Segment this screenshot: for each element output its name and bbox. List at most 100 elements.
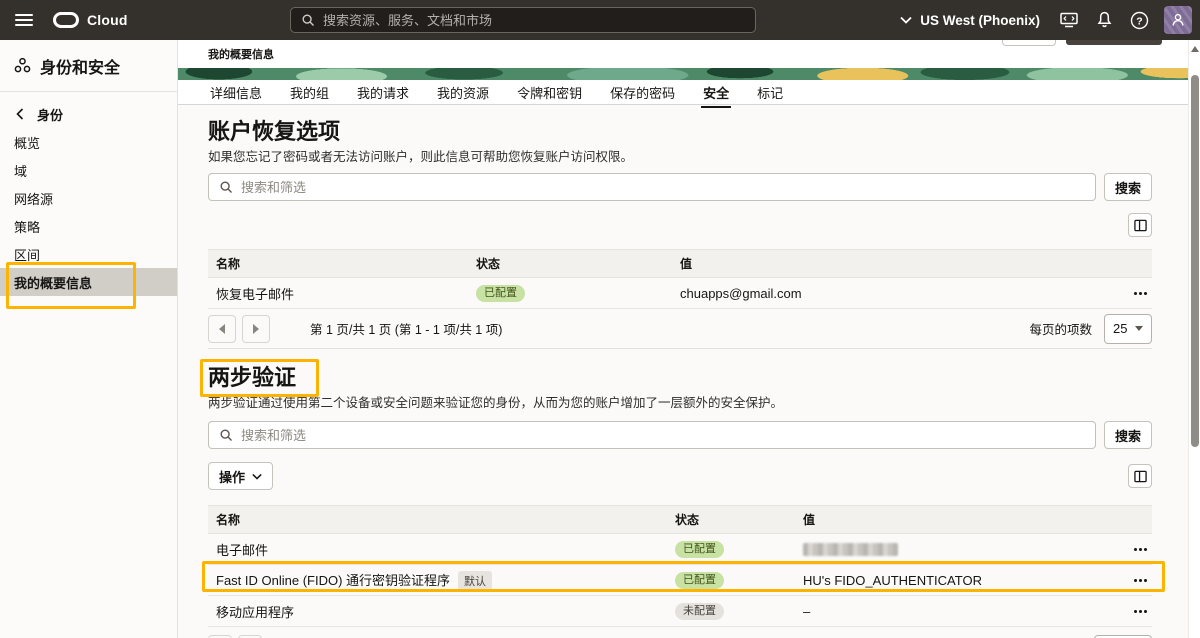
row-actions-icon[interactable] (1134, 579, 1137, 582)
row-name: 恢复电子邮件 (208, 278, 468, 309)
sidebar-title: 身份和安全 (40, 54, 120, 78)
table-row-recovery-email: 恢复电子邮件 已配置 chuapps@gmail.com (208, 278, 1152, 309)
status-badge: 已配置 (476, 285, 525, 302)
column-settings-icon[interactable] (1128, 464, 1152, 488)
recovery-search-button[interactable]: 搜索 (1104, 173, 1152, 201)
pagination-text: 第 1 页/共 1 页 (第 1 - 1 项/共 1 项) (310, 319, 502, 338)
status-badge: 已配置 (675, 572, 724, 589)
cloud-shell-icon[interactable] (1059, 10, 1079, 30)
account-recovery-description: 如果您忘记了密码或者无法访问账户，则此信息可帮助您恢复账户访问权限。 (208, 149, 1152, 165)
row-value: HU's FIDO_AUTHENTICATOR (795, 565, 1112, 596)
sidebar-item-label: 域 (14, 161, 27, 180)
row-actions-icon[interactable] (1134, 610, 1137, 613)
tab-my-groups[interactable]: 我的组 (288, 80, 331, 106)
tab-my-requests[interactable]: 我的请求 (355, 80, 411, 106)
next-page-button[interactable] (242, 315, 270, 343)
search-icon (219, 428, 233, 442)
tab-details[interactable]: 详细信息 (208, 80, 264, 106)
tab-tags[interactable]: 标记 (755, 80, 785, 106)
tab-tokens-keys[interactable]: 令牌和密钥 (515, 80, 584, 106)
sidebar-item-domains[interactable]: 域 (0, 156, 177, 184)
column-header-name: 名称 (208, 250, 468, 278)
actions-dropdown-button[interactable]: 操作 (208, 462, 273, 490)
recovery-table-tools (208, 213, 1152, 237)
identity-security-icon (14, 57, 31, 74)
status-badge: 已配置 (675, 541, 724, 558)
partially-hidden-button-light[interactable] (1002, 40, 1056, 46)
tab-security[interactable]: 安全 (701, 80, 731, 108)
recovery-table: 名称 状态 值 恢复电子邮件 已配置 chuapps@gmail.com (208, 249, 1152, 309)
sidebar-item-policies[interactable]: 策略 (0, 212, 177, 240)
table-row-email-factor: 电子邮件 已配置 (208, 534, 1152, 565)
top-navigation-bar: Cloud US West (Phoenix) ? (0, 0, 1200, 40)
sidebar-navigation: 身份和安全 身份 概览 域 网络源 策略 区间 我的概要信息 (0, 40, 178, 638)
tab-saved-passwords[interactable]: 保存的密码 (608, 80, 677, 106)
topbar-actions: US West (Phoenix) ? (900, 0, 1192, 40)
partially-hidden-button-dark[interactable] (1066, 40, 1162, 45)
sidebar-back-label: 身份 (37, 105, 63, 124)
hamburger-menu-icon[interactable] (15, 14, 33, 26)
two-step-table: 名称 状态 值 电子邮件 已配置 Fast ID Online (FIDO) (208, 505, 1152, 627)
person-icon (1170, 12, 1186, 28)
region-label: US West (Phoenix) (920, 13, 1040, 28)
region-selector[interactable]: US West (Phoenix) (900, 13, 1040, 28)
notifications-bell-icon[interactable] (1094, 10, 1114, 30)
sidebar-item-label: 网络源 (14, 189, 53, 208)
column-header-value: 值 (795, 506, 1112, 534)
recovery-filter-field[interactable] (208, 173, 1096, 201)
per-page-select[interactable]: 25 (1104, 314, 1152, 344)
oracle-logo-icon (53, 12, 79, 28)
breadcrumb[interactable]: 我的概要信息 (208, 46, 274, 62)
brand-logo[interactable]: Cloud (53, 12, 128, 28)
arrow-left-icon (219, 324, 225, 334)
two-step-filter-field[interactable] (208, 421, 1096, 449)
row-actions-icon[interactable] (1134, 292, 1137, 295)
sidebar-item-network-sources[interactable]: 网络源 (0, 184, 177, 212)
main-content: 我的概要信息 详细信息 我的组 我的请求 我的资源 令牌和密钥 保存的密码 安全… (178, 40, 1200, 638)
recovery-filter-input[interactable] (241, 180, 1085, 195)
column-settings-icon[interactable] (1128, 213, 1152, 237)
column-header-status: 状态 (468, 250, 672, 278)
redacted-value (803, 543, 898, 556)
row-name: Fast ID Online (FIDO) 通行密钥验证程序默认 (208, 565, 667, 596)
two-step-filter-input[interactable] (241, 428, 1085, 443)
sidebar-item-label: 概览 (14, 133, 40, 152)
sidebar-item-my-profile[interactable]: 我的概要信息 (0, 268, 177, 296)
scroll-up-arrow[interactable] (1191, 46, 1199, 52)
user-avatar[interactable] (1164, 6, 1192, 34)
scrollbar-thumb[interactable] (1191, 75, 1199, 447)
two-step-toolbar: 操作 (208, 462, 1152, 490)
table-row-mobile-app-factor: 移动应用程序 未配置 – (208, 596, 1152, 627)
row-name: 移动应用程序 (208, 596, 667, 627)
two-step-table-header: 名称 状态 值 (208, 506, 1152, 534)
profile-banner-image (178, 68, 1200, 80)
column-header-status: 状态 (667, 506, 795, 534)
per-page-control: 每页的项数 25 (1029, 314, 1152, 344)
vertical-scrollbar[interactable] (1188, 40, 1200, 638)
sidebar-item-label: 策略 (14, 217, 40, 236)
per-page-label: 每页的项数 (1029, 319, 1092, 338)
global-search-input[interactable] (323, 13, 745, 28)
row-name: 电子邮件 (208, 534, 667, 565)
chevron-left-icon (16, 108, 24, 120)
sidebar-back-identity[interactable]: 身份 (0, 100, 177, 128)
column-header-name: 名称 (208, 506, 667, 534)
row-actions-icon[interactable] (1134, 548, 1137, 551)
two-step-search-button[interactable]: 搜索 (1104, 421, 1152, 449)
global-search-bar[interactable] (290, 7, 756, 33)
previous-page-button[interactable] (208, 315, 236, 343)
sidebar-item-overview[interactable]: 概览 (0, 128, 177, 156)
svg-text:?: ? (1136, 15, 1142, 27)
two-step-search-row: 搜索 (208, 421, 1152, 449)
status-badge: 未配置 (675, 603, 724, 620)
security-tab-panel: 账户恢复选项 如果您忘记了密码或者无法访问账户，则此信息可帮助您恢复账户访问权限… (178, 119, 1200, 638)
brand-name: Cloud (87, 12, 128, 28)
help-icon[interactable]: ? (1129, 10, 1149, 30)
row-value: chuapps@gmail.com (672, 278, 1112, 309)
table-row-fido-factor: Fast ID Online (FIDO) 通行密钥验证程序默认 已配置 HU'… (208, 565, 1152, 596)
sidebar-header: 身份和安全 (0, 40, 177, 92)
tab-my-resources[interactable]: 我的资源 (435, 80, 491, 106)
account-recovery-title: 账户恢复选项 (208, 119, 1152, 145)
sidebar-item-compartments[interactable]: 区间 (0, 240, 177, 268)
chevron-down-icon (900, 16, 912, 24)
